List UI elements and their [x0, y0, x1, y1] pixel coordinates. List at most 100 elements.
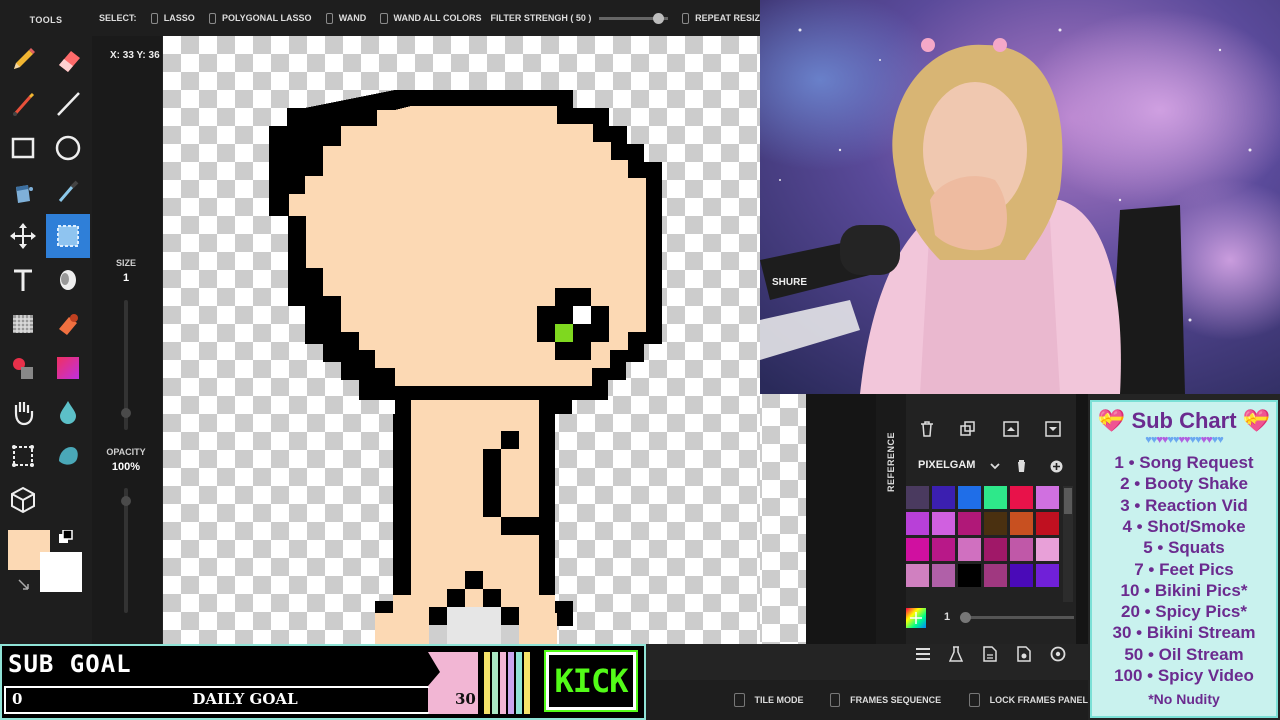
shade-tool[interactable]	[46, 258, 90, 302]
move-down-icon[interactable]	[1044, 420, 1062, 438]
palette-swatch[interactable]	[984, 512, 1007, 535]
color-picker-icon[interactable]	[906, 608, 926, 628]
drawing-canvas[interactable]	[163, 36, 760, 644]
palette-swatch[interactable]	[906, 512, 929, 535]
lasso-checkbox[interactable]	[150, 12, 158, 24]
palette-swatch[interactable]	[1036, 538, 1059, 561]
palette-swatch[interactable]	[1036, 564, 1059, 587]
wand-all-colors-checkbox[interactable]	[380, 12, 388, 24]
frames-sequence-label: FRAMES SEQUENCE	[850, 695, 942, 705]
size-slider-thumb[interactable]	[121, 408, 131, 418]
smudge-icon	[59, 447, 78, 465]
wand-checkbox[interactable]	[325, 12, 333, 24]
palette-swatch[interactable]	[958, 564, 981, 587]
dither-tool[interactable]	[1, 302, 45, 346]
dither-icon	[13, 315, 33, 333]
crop-tool[interactable]	[1, 434, 45, 478]
palette-swatch[interactable]	[932, 538, 955, 561]
add-palette-icon[interactable]	[1049, 459, 1063, 473]
hand-icon	[14, 402, 34, 426]
rect-select-tool[interactable]	[46, 214, 90, 258]
delete-icon[interactable]	[918, 420, 936, 438]
rectangle-tool[interactable]	[1, 126, 45, 170]
opacity-label: OPACITY	[106, 447, 146, 457]
bucket-tool[interactable]	[1, 170, 45, 214]
palette-swatch[interactable]	[1010, 486, 1033, 509]
lock-frames-checkbox[interactable]	[969, 693, 980, 707]
palette-swatch[interactable]	[906, 486, 929, 509]
tile-mode-label: TILE MODE	[754, 695, 804, 705]
sub-chart-item: 4 • Shot/Smoke	[1122, 516, 1246, 536]
sub-chart-item: 3 • Reaction Vid	[1120, 495, 1248, 515]
eraser-tool[interactable]	[46, 38, 90, 82]
secondary-color-swatch[interactable]	[40, 552, 82, 592]
palette-swatch[interactable]	[958, 538, 981, 561]
palette-swatch[interactable]	[1010, 564, 1033, 587]
crop-icon	[12, 445, 34, 467]
frames-options-bar: TILE MODE FRAMES SEQUENCE LOCK FRAMES PA…	[646, 680, 1088, 720]
swap-colors-icon[interactable]	[59, 529, 73, 544]
replace-color-tool[interactable]	[1, 346, 45, 390]
size-slider[interactable]	[121, 300, 131, 430]
hand-tool[interactable]	[1, 390, 45, 434]
line-icon	[57, 92, 80, 116]
text-tool[interactable]	[1, 258, 45, 302]
palette-swatch[interactable]	[958, 486, 981, 509]
droplet-icon	[60, 401, 76, 424]
wand-label: WAND	[338, 13, 367, 23]
reset-colors-icon[interactable]	[17, 578, 31, 592]
select-label: SELECT:	[99, 13, 137, 23]
opacity-value: 100%	[111, 461, 141, 473]
palette-size-slider[interactable]	[960, 612, 1074, 623]
palette-name[interactable]: PIXELGAM	[918, 459, 975, 471]
lasso-label: LASSO	[163, 13, 195, 23]
gradient-icon	[57, 357, 79, 379]
filter-strength-thumb[interactable]	[653, 12, 665, 24]
3d-tool[interactable]	[1, 478, 45, 522]
palette-swatch[interactable]	[1010, 512, 1033, 535]
tile-mode-checkbox[interactable]	[734, 693, 745, 707]
palette-swatch[interactable]	[932, 564, 955, 587]
line-tool[interactable]	[46, 82, 90, 126]
palette-swatch[interactable]	[906, 538, 929, 561]
duplicate-icon[interactable]	[959, 420, 977, 438]
export-icon[interactable]	[1015, 645, 1033, 663]
repeat-resize-checkbox[interactable]	[681, 12, 690, 24]
brush-tool[interactable]	[1, 82, 45, 126]
palette-swatch[interactable]	[1010, 538, 1033, 561]
move-up-icon[interactable]	[1002, 420, 1020, 438]
flask-icon[interactable]	[947, 645, 965, 663]
frames-sequence-checkbox[interactable]	[829, 693, 841, 707]
goal-stripes	[428, 652, 540, 714]
file-icon[interactable]	[981, 645, 999, 663]
settings-icon[interactable]	[1049, 645, 1067, 663]
blur-tool[interactable]	[46, 390, 90, 434]
ellipse-tool[interactable]	[46, 126, 90, 170]
opacity-slider-thumb[interactable]	[121, 496, 131, 506]
palette-swatch[interactable]	[932, 512, 955, 535]
filter-strength-slider[interactable]	[599, 12, 668, 24]
eyedropper-tool[interactable]	[46, 170, 90, 214]
palette-swatch[interactable]	[984, 486, 1007, 509]
palette-scrollbar[interactable]	[1063, 486, 1073, 602]
palette-swatch[interactable]	[1036, 486, 1059, 509]
move-tool[interactable]	[1, 214, 45, 258]
sub-chart-title-text: Sub Chart	[1131, 408, 1237, 433]
chevron-down-icon[interactable]	[989, 460, 1001, 472]
kick-logo: KICK	[544, 650, 638, 712]
list-icon[interactable]	[914, 645, 932, 663]
palette-swatch[interactable]	[906, 564, 929, 587]
palette-swatch[interactable]	[932, 486, 955, 509]
palette-swatch[interactable]	[1036, 512, 1059, 535]
webcam-overlay: SHURE	[760, 0, 1280, 394]
polygonal-lasso-checkbox[interactable]	[208, 12, 216, 24]
smudge-tool[interactable]	[46, 434, 90, 478]
palette-swatch[interactable]	[958, 512, 981, 535]
opacity-slider[interactable]	[121, 488, 131, 613]
pencil-tool[interactable]	[1, 38, 45, 82]
delete-palette-icon[interactable]	[1014, 459, 1028, 473]
palette-swatch[interactable]	[984, 538, 1007, 561]
gradient-tool[interactable]	[46, 346, 90, 390]
stamp-tool[interactable]	[46, 302, 90, 346]
palette-swatch[interactable]	[984, 564, 1007, 587]
